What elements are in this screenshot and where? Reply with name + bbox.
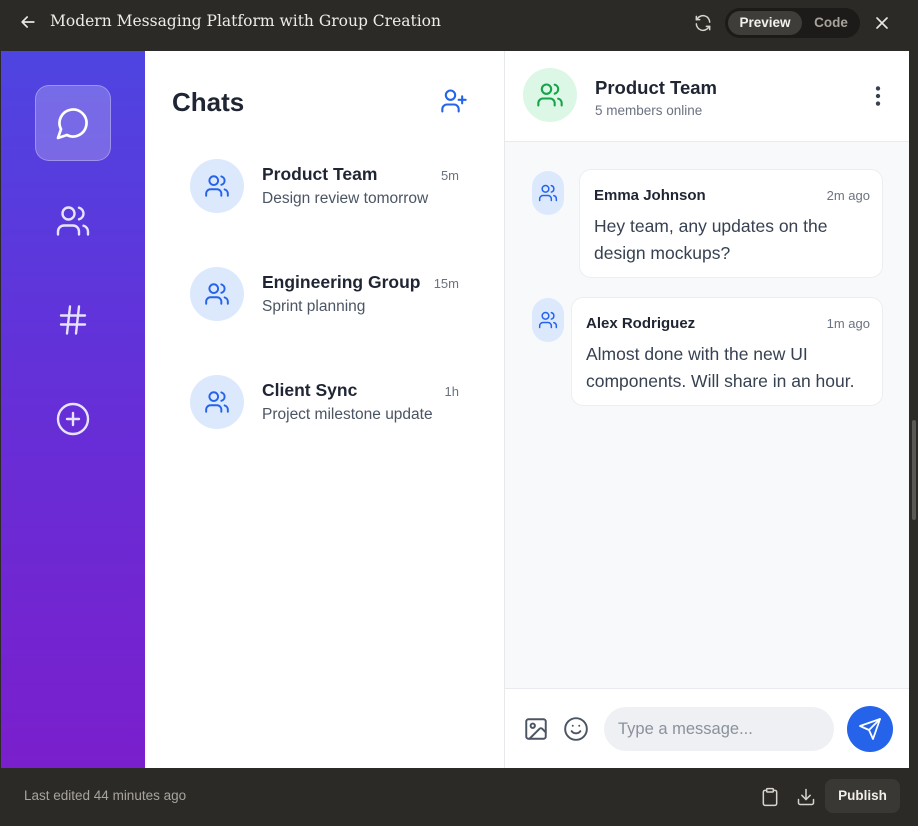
users-icon <box>537 83 563 107</box>
chat-item[interactable]: Product Team 5m Design review tomorrow <box>190 159 465 217</box>
clipboard-icon[interactable] <box>760 787 780 807</box>
rail-channels-button[interactable] <box>35 282 111 358</box>
scrollbar[interactable] <box>912 420 916 520</box>
add-user-icon[interactable] <box>440 87 468 115</box>
chat-avatar <box>190 159 244 213</box>
users-icon <box>205 283 229 305</box>
chat-item[interactable]: Engineering Group 15m Sprint planning <box>190 267 465 325</box>
more-options-icon[interactable] <box>865 83 891 109</box>
chat-avatar <box>190 375 244 429</box>
chat-name: Engineering Group <box>262 272 421 292</box>
message-time: 2m ago <box>826 188 870 203</box>
sender-avatar <box>532 298 564 342</box>
hash-icon <box>59 305 87 335</box>
message-icon <box>56 108 88 140</box>
view-toggle: Preview Code <box>725 8 860 38</box>
chat-time: 5m <box>440 168 459 183</box>
group-name: Product Team <box>595 77 717 98</box>
app-preview: Chats Product Team 5m Design review tomo… <box>1 51 909 768</box>
emoji-icon[interactable] <box>563 716 589 742</box>
rail-create-button[interactable] <box>35 381 111 457</box>
sender-avatar <box>532 171 564 215</box>
rail-users-button[interactable] <box>35 183 111 259</box>
group-avatar <box>523 68 577 122</box>
users-icon <box>56 206 90 236</box>
tab-preview[interactable]: Preview <box>728 11 802 35</box>
image-icon[interactable] <box>523 716 549 742</box>
chat-preview: Project milestone update <box>262 406 433 423</box>
window-title: Modern Messaging Platform with Group Cre… <box>50 12 441 30</box>
nav-rail <box>1 51 145 768</box>
users-icon <box>205 391 229 413</box>
download-icon[interactable] <box>796 787 816 807</box>
back-arrow-icon[interactable] <box>18 12 38 32</box>
message-time: 1m ago <box>826 316 870 331</box>
refresh-icon[interactable] <box>693 13 713 33</box>
chat-name: Product Team <box>262 164 378 184</box>
plus-circle-icon <box>56 402 90 436</box>
bottom-bar: Last edited 44 minutes ago Publish <box>0 768 918 826</box>
message-sender: Alex Rodriguez <box>586 315 696 332</box>
conversation-header: Product Team 5 members online <box>505 51 909 142</box>
publish-button[interactable]: Publish <box>825 779 900 813</box>
chat-time: 15m <box>433 276 459 291</box>
send-button[interactable] <box>847 706 893 752</box>
message-input[interactable] <box>604 707 834 751</box>
users-icon <box>205 175 229 197</box>
chat-list-panel: Chats Product Team 5m Design review tomo… <box>145 51 505 768</box>
conversation-panel: Product Team 5 members online Emma Johns… <box>505 51 909 768</box>
message-text: Almost done with the new UI components. … <box>586 344 855 391</box>
chats-heading: Chats <box>172 87 245 117</box>
message-bubble: Alex Rodriguez 1m ago Almost done with t… <box>571 297 883 406</box>
message: Emma Johnson 2m ago Hey team, any update… <box>532 169 884 279</box>
message-bubble: Emma Johnson 2m ago Hey team, any update… <box>579 169 883 278</box>
chat-time: 1h <box>444 384 459 399</box>
last-edited-label: Last edited 44 minutes ago <box>24 788 187 803</box>
message-text: Hey team, any updates on the design mock… <box>594 216 828 263</box>
chat-preview: Design review tomorrow <box>262 190 429 207</box>
chat-preview: Sprint planning <box>262 298 366 315</box>
chat-avatar <box>190 267 244 321</box>
send-icon <box>859 718 881 740</box>
users-icon <box>538 311 558 329</box>
close-icon[interactable] <box>872 13 892 33</box>
tab-code[interactable]: Code <box>805 11 857 35</box>
users-icon <box>538 184 558 202</box>
top-bar: Modern Messaging Platform with Group Cre… <box>0 0 918 46</box>
rail-messages-button[interactable] <box>35 85 111 161</box>
composer <box>505 688 909 768</box>
message: Alex Rodriguez 1m ago Almost done with t… <box>532 297 884 408</box>
message-sender: Emma Johnson <box>594 187 706 204</box>
chat-name: Client Sync <box>262 380 358 400</box>
chat-item[interactable]: Client Sync 1h Project milestone update <box>190 375 465 433</box>
group-status: 5 members online <box>595 103 703 118</box>
